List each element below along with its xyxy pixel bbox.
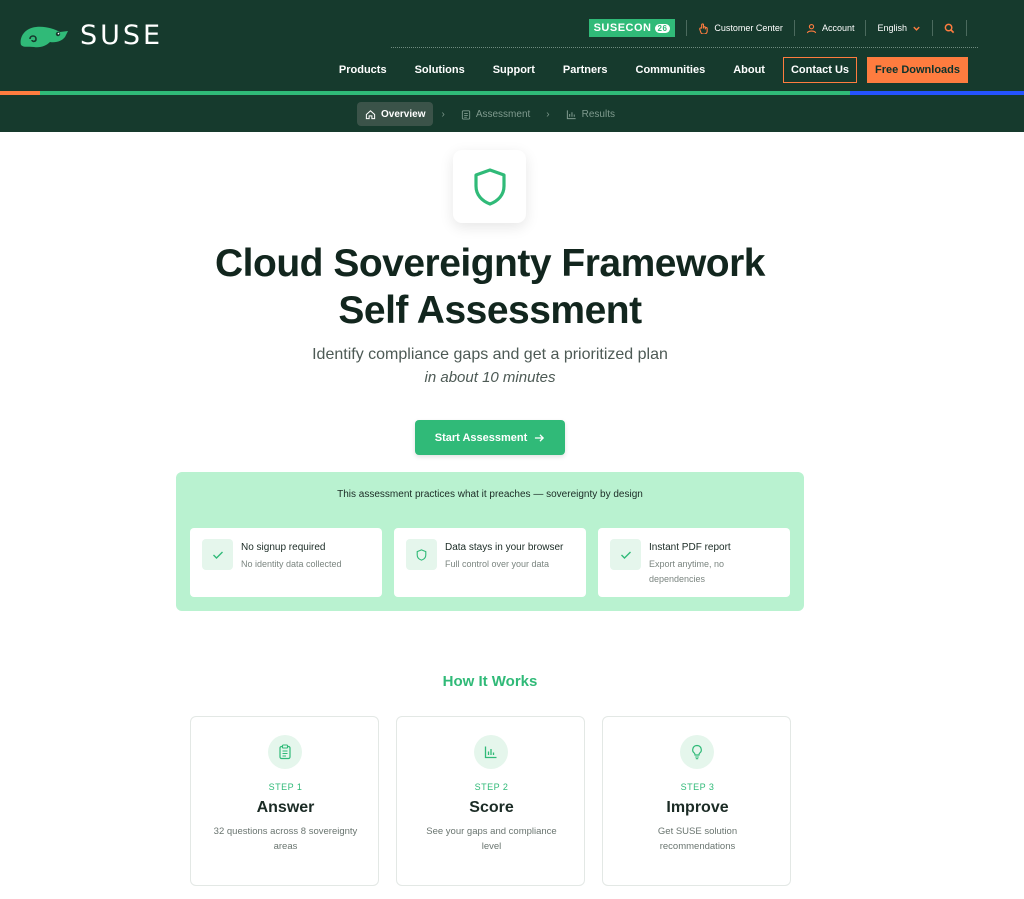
- nav-communities[interactable]: Communities: [636, 64, 706, 76]
- trust-panel: This assessment practices what it preach…: [176, 472, 804, 611]
- feature-title: No signup required: [241, 542, 326, 553]
- divider: [966, 20, 967, 36]
- main-nav: Products Solutions Support Partners Comm…: [311, 57, 968, 83]
- divider: [686, 20, 688, 36]
- feature-card: Data stays in your browser Full control …: [394, 528, 586, 597]
- feature-subtitle: No identity data collected: [241, 559, 342, 569]
- bar-chart-icon: [566, 109, 576, 119]
- crumb-assessment-label: Assessment: [475, 108, 531, 120]
- step-number: STEP 3: [680, 782, 715, 792]
- feature-title: Data stays in your browser: [445, 542, 564, 553]
- logo-text: SUSE: [80, 20, 164, 51]
- step-card: STEP 3 Improve Get SUSE solution recomme…: [602, 716, 791, 886]
- trust-panel-heading: This assessment practices what it preach…: [337, 489, 643, 500]
- brand-stripe-orange: [0, 91, 40, 95]
- divider: [932, 20, 933, 36]
- progress-breadcrumb: Overview › Assessment › Results: [357, 102, 623, 126]
- feature-card: No signup required No identity data coll…: [190, 528, 382, 597]
- hero-subtitle: Identify compliance gaps and get a prior…: [312, 346, 668, 363]
- step-card: STEP 2 Score See your gaps and complianc…: [396, 716, 585, 886]
- step-icon-circle: [474, 735, 508, 769]
- brand-stripe-blue: [850, 91, 1024, 95]
- susecon-label: SUSECON: [593, 22, 652, 34]
- step-description: See your gaps and compliance level: [426, 826, 557, 852]
- start-assessment-label: Start Assessment: [434, 431, 528, 444]
- account-link[interactable]: Account: [806, 23, 855, 34]
- feature-icon-box: [202, 539, 233, 570]
- suse-logo[interactable]: SUSE: [18, 20, 163, 51]
- crumb-results-label: Results: [581, 108, 615, 120]
- page-title: Cloud Sovereignty Framework Self Assessm…: [0, 240, 980, 334]
- how-it-works-heading: How It Works: [442, 673, 538, 690]
- lightbulb-icon: [692, 744, 702, 760]
- hero-shield-card: [453, 150, 526, 223]
- crumb-overview-label: Overview: [381, 108, 426, 120]
- user-icon: [806, 23, 817, 33]
- language-select[interactable]: English: [877, 23, 921, 33]
- susecon-link[interactable]: SUSECON 26: [588, 19, 676, 37]
- customer-center-link[interactable]: Customer Center: [698, 22, 783, 34]
- step-title: Improve: [666, 799, 729, 816]
- nav-about[interactable]: About: [733, 64, 765, 76]
- account-label: Account: [821, 23, 855, 33]
- feature-title: Instant PDF report: [649, 542, 731, 553]
- step-description: Get SUSE solution recommendations: [657, 826, 738, 852]
- chameleon-icon: [20, 26, 68, 47]
- crumb-overview[interactable]: Overview: [357, 102, 434, 126]
- crumb-results[interactable]: Results: [558, 102, 623, 126]
- step-icon-circle: [268, 735, 302, 769]
- divider: [793, 20, 795, 36]
- start-assessment-button[interactable]: Start Assessment: [415, 420, 565, 455]
- contact-us-button[interactable]: Contact Us: [782, 57, 858, 83]
- feature-icon-box: [406, 539, 437, 570]
- home-icon: [365, 109, 376, 119]
- check-icon: [620, 551, 631, 559]
- shield-icon: [473, 167, 506, 206]
- clipboard-icon: [461, 109, 470, 120]
- bar-chart-icon: [484, 746, 497, 759]
- utility-bar: SUSECON 26 Customer Center Account Engli…: [588, 17, 978, 39]
- step-number: STEP 1: [268, 782, 303, 792]
- chevron-right-icon: ›: [546, 108, 550, 120]
- site-header: SUSE SUSECON 26 Customer Center Account …: [0, 0, 1024, 132]
- free-downloads-button[interactable]: Free Downloads: [867, 57, 968, 83]
- shield-icon: [416, 548, 427, 561]
- clipboard-icon: [279, 744, 291, 760]
- check-icon: [212, 551, 223, 559]
- nav-support[interactable]: Support: [493, 64, 535, 76]
- step-title: Score: [469, 799, 514, 816]
- brand-stripe-green: [40, 91, 850, 95]
- customer-center-label: Customer Center: [714, 23, 783, 33]
- feature-subtitle: Full control over your data: [445, 559, 550, 569]
- title-line-1: Cloud Sovereignty Framework: [215, 242, 765, 285]
- language-label: English: [877, 23, 907, 33]
- susecon-badge: 26: [654, 23, 671, 33]
- hero-subtitle-emphasis: in about 10 minutes: [424, 369, 556, 386]
- feature-subtitle: Export anytime, no dependencies: [649, 559, 725, 584]
- search-icon[interactable]: [944, 23, 955, 34]
- chevron-right-icon: ›: [441, 108, 445, 120]
- step-description: 32 questions across 8 sovereignty areas: [213, 826, 358, 852]
- crumb-assessment[interactable]: Assessment: [453, 102, 538, 126]
- arrow-right-icon: [535, 433, 545, 442]
- step-number: STEP 2: [474, 782, 509, 792]
- step-icon-circle: [680, 735, 714, 769]
- nav-partners[interactable]: Partners: [563, 64, 608, 76]
- feature-icon-box: [610, 539, 641, 570]
- chevron-down-icon: [913, 26, 920, 31]
- hand-pointer-icon: [699, 22, 709, 34]
- step-card: STEP 1 Answer 32 questions across 8 sove…: [190, 716, 379, 886]
- step-title: Answer: [256, 799, 315, 816]
- nav-solutions[interactable]: Solutions: [415, 64, 465, 76]
- feature-card: Instant PDF report Export anytime, no de…: [598, 528, 790, 597]
- divider: [865, 20, 867, 36]
- nav-products[interactable]: Products: [339, 64, 387, 76]
- title-line-2: Self Assessment: [338, 289, 642, 332]
- header-divider: [391, 47, 978, 48]
